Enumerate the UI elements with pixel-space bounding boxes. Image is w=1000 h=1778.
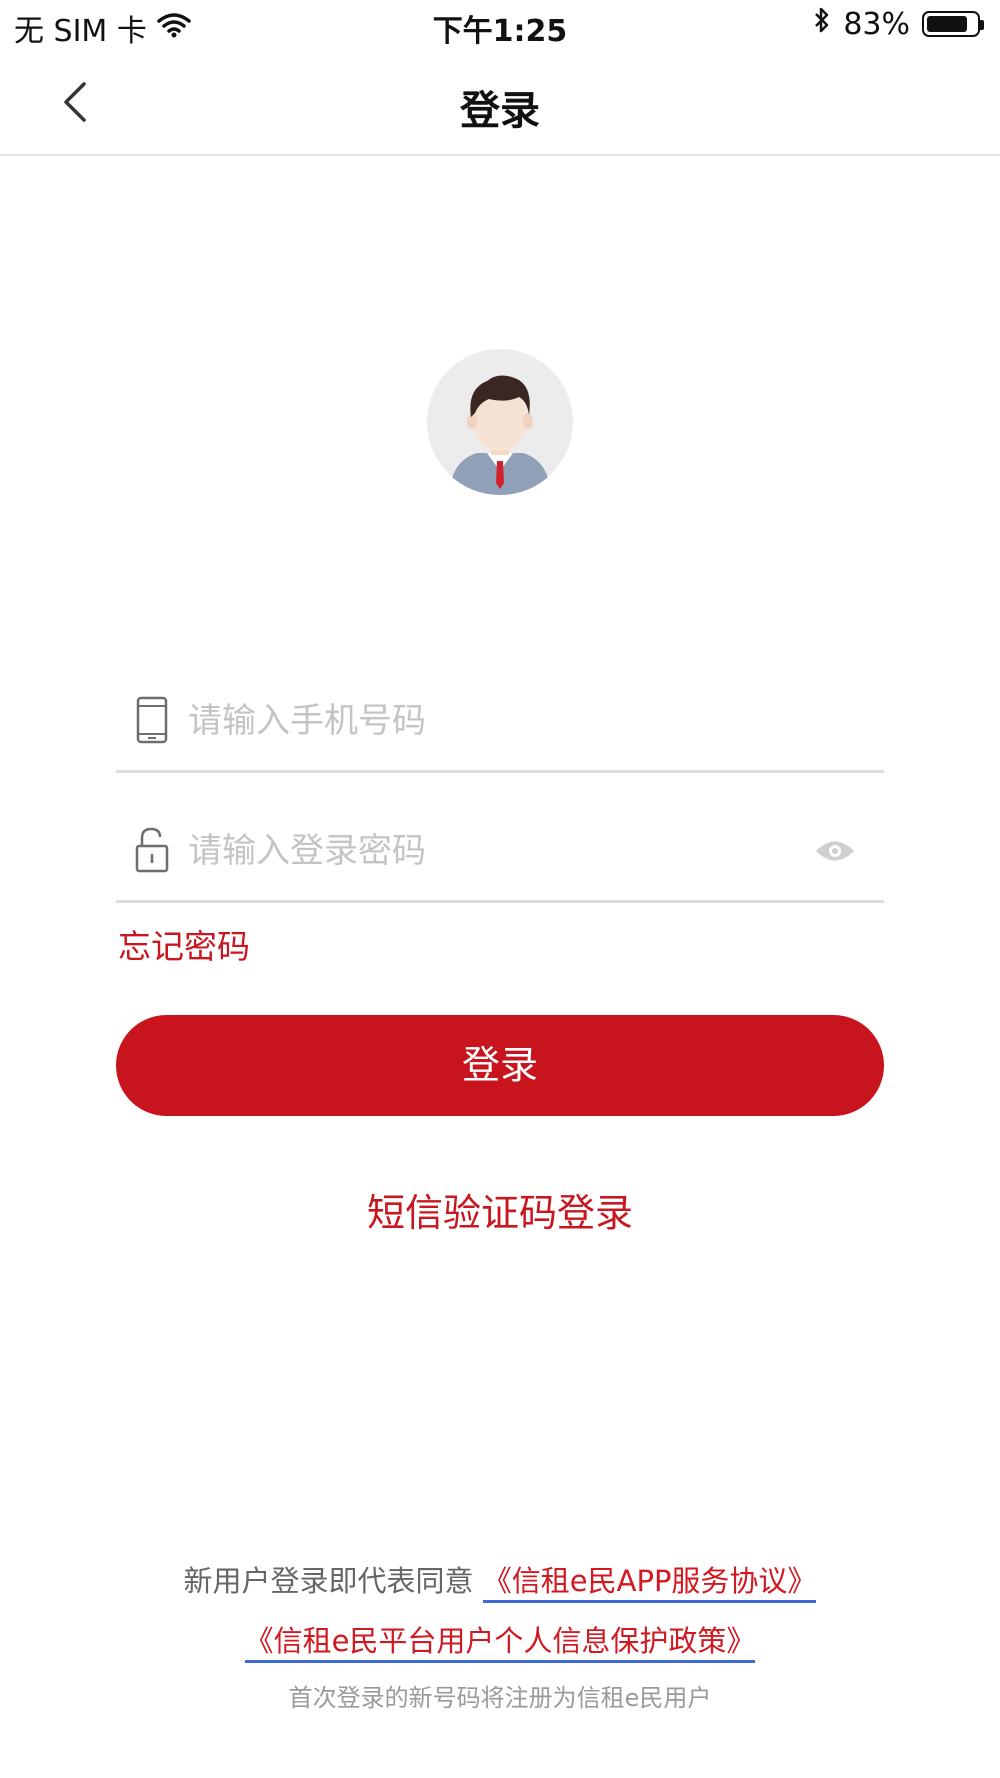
forgot-password-link[interactable]: 忘记密码 bbox=[118, 920, 250, 968]
sms-login-link[interactable]: 短信验证码登录 bbox=[0, 1182, 1000, 1237]
battery-fill bbox=[927, 16, 967, 32]
user-avatar-icon bbox=[427, 349, 573, 495]
phone-input[interactable] bbox=[186, 692, 790, 750]
status-right: 83% bbox=[813, 6, 984, 42]
navigation-bar: 登录 bbox=[0, 52, 1000, 156]
agreement-text: 新用户登录即代表同意 bbox=[183, 1564, 474, 1598]
password-field bbox=[116, 808, 884, 903]
login-button[interactable]: 登录 bbox=[116, 1015, 884, 1116]
battery-tip bbox=[980, 20, 984, 30]
password-input[interactable] bbox=[186, 822, 790, 880]
unlock-icon bbox=[134, 826, 170, 874]
page-title: 登录 bbox=[460, 88, 540, 134]
eye-icon[interactable] bbox=[814, 834, 856, 868]
phone-field bbox=[116, 678, 884, 773]
phone-icon bbox=[134, 696, 170, 744]
bluetooth-icon bbox=[813, 6, 831, 42]
registration-note: 首次登录的新号码将注册为信租e民用户 bbox=[288, 1684, 712, 1712]
privacy-policy-link[interactable]: 《信租e民平台用户个人信息保护政策》 bbox=[244, 1624, 756, 1663]
battery-percent: 83% bbox=[843, 6, 910, 42]
agreement-line: 新用户登录即代表同意 《信租e民APP服务协议》 bbox=[0, 1558, 1000, 1603]
service-agreement-link[interactable]: 《信租e民APP服务协议》 bbox=[482, 1564, 817, 1603]
privacy-line: 《信租e民平台用户个人信息保护政策》 bbox=[0, 1618, 1000, 1663]
status-bar: 无 SIM 卡 下午1:25 83% bbox=[0, 0, 1000, 52]
battery-icon bbox=[922, 11, 984, 37]
